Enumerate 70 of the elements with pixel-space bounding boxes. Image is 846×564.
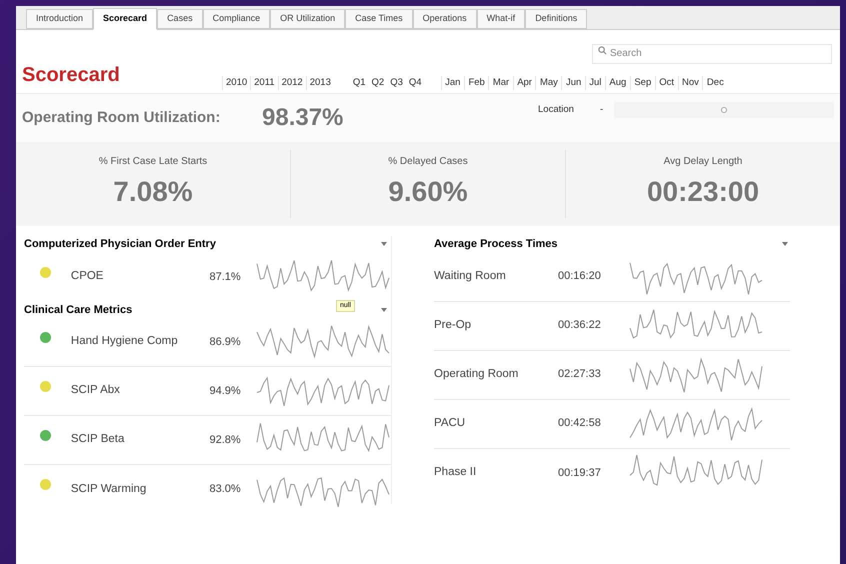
metric-name: SCIP Abx bbox=[70, 383, 121, 398]
utilization-value: 98.37% bbox=[262, 103, 344, 133]
year-filter[interactable]: 2013 bbox=[306, 76, 334, 90]
quarter-filter[interactable]: Q1 bbox=[350, 76, 369, 90]
kpi-value: 9.60% bbox=[388, 175, 468, 209]
location-label: Location bbox=[538, 102, 575, 117]
caret-icon[interactable] bbox=[381, 242, 387, 246]
month-filter[interactable]: May bbox=[535, 76, 562, 90]
month-filter[interactable]: Oct bbox=[654, 76, 678, 90]
kpi-label: % First Case Late Starts bbox=[98, 155, 208, 169]
quarter-filter[interactable]: Q2 bbox=[368, 76, 388, 90]
month-filter[interactable]: Jul bbox=[584, 76, 605, 90]
kpi-label: Avg Delay Length bbox=[664, 155, 742, 169]
month-filter[interactable]: Feb bbox=[464, 76, 488, 90]
kpi-label: % Delayed Cases bbox=[388, 155, 468, 169]
process-name: Waiting Room bbox=[434, 268, 507, 284]
metric-name: CPOE bbox=[70, 269, 104, 284]
metric-value: 83.0% bbox=[209, 482, 242, 498]
process-time: 00:36:22 bbox=[558, 318, 602, 334]
metric-value: 92.8% bbox=[209, 432, 242, 448]
tab[interactable]: Cases bbox=[157, 9, 203, 29]
quarter-filter[interactable]: Q4 bbox=[406, 76, 425, 90]
tab[interactable]: Introduction bbox=[26, 9, 94, 29]
year-filter[interactable]: 2011 bbox=[250, 76, 278, 90]
location-dropdown[interactable]: - bbox=[600, 102, 614, 118]
process-name: Operating Room bbox=[434, 366, 520, 382]
year-filter[interactable]: 2010 bbox=[222, 76, 250, 90]
slider-handle[interactable] bbox=[721, 107, 727, 113]
metric-name: Hand Hygiene Comp bbox=[70, 334, 179, 350]
month-filter[interactable]: Jun bbox=[561, 76, 585, 90]
month-filter[interactable]: Aug bbox=[604, 76, 630, 90]
process-name: PACU bbox=[434, 416, 466, 431]
tab[interactable]: What-if bbox=[476, 9, 526, 29]
process-time: 00:16:20 bbox=[558, 269, 602, 284]
metric-value: 87.1% bbox=[209, 270, 242, 285]
page-title: Scorecard bbox=[22, 63, 121, 88]
tab[interactable]: OR Utilization bbox=[270, 9, 346, 29]
month-filter[interactable]: Mar bbox=[488, 76, 513, 90]
process-name: Phase II bbox=[434, 465, 478, 480]
process-time: 00:19:37 bbox=[558, 466, 602, 481]
tab[interactable]: Case Times bbox=[345, 9, 413, 29]
kpi-value: 00:23:00 bbox=[646, 175, 760, 209]
process-time: 02:27:33 bbox=[558, 367, 602, 382]
quarter-filter[interactable]: Q3 bbox=[387, 76, 406, 90]
month-filter[interactable]: Sep bbox=[630, 76, 655, 90]
month-filter[interactable]: Nov bbox=[678, 76, 702, 90]
caret-icon[interactable] bbox=[381, 308, 387, 312]
month-filter[interactable]: Dec bbox=[702, 76, 728, 90]
month-filter[interactable]: Jan bbox=[440, 76, 464, 90]
process-time: 00:42:58 bbox=[558, 416, 602, 432]
section-title: Average Process Times bbox=[434, 237, 558, 252]
tab[interactable]: Operations bbox=[412, 9, 477, 29]
utilization-label: Operating Room Utilization: bbox=[22, 108, 222, 128]
year-filter[interactable]: 2012 bbox=[278, 76, 306, 90]
tab[interactable]: Compliance bbox=[202, 9, 270, 29]
tab[interactable]: Definitions bbox=[525, 9, 588, 29]
month-filter[interactable]: Apr bbox=[512, 76, 536, 90]
section-title: Clinical Care Metrics bbox=[24, 302, 132, 318]
caret-icon[interactable] bbox=[782, 242, 788, 246]
metric-value: 94.9% bbox=[209, 384, 242, 399]
search-field[interactable]: Search bbox=[592, 44, 832, 64]
kpi-value: 7.08% bbox=[113, 175, 193, 209]
section-title: Computerized Physician Order Entry bbox=[24, 237, 216, 252]
metric-name: SCIP Beta bbox=[70, 432, 126, 448]
location-slider[interactable] bbox=[614, 102, 834, 118]
process-name: Pre-Op bbox=[434, 318, 472, 333]
metric-value: 86.9% bbox=[209, 334, 242, 350]
search-icon bbox=[598, 46, 607, 55]
metric-name: SCIP Warming bbox=[70, 482, 148, 497]
tab[interactable]: Scorecard bbox=[93, 8, 158, 30]
